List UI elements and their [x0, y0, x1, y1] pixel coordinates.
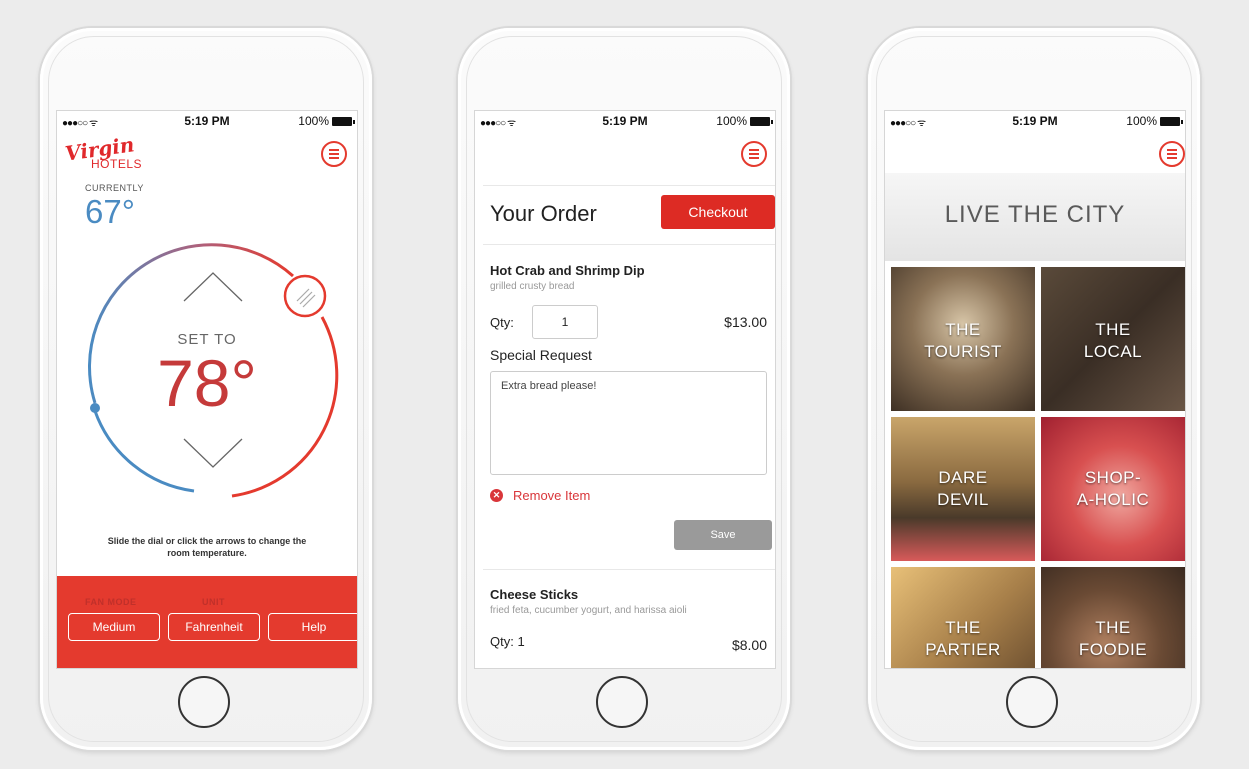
help-button[interactable]: Help: [268, 613, 357, 641]
item-divider: [483, 569, 775, 570]
temp-down-arrow-icon[interactable]: [183, 438, 243, 468]
item-name: Hot Crab and Shrimp Dip: [490, 263, 645, 278]
battery-icon: [750, 117, 773, 126]
tile-label: THE LOCAL: [1083, 320, 1143, 361]
battery-percent: 100%: [1126, 114, 1157, 128]
menu-button[interactable]: [1159, 141, 1185, 167]
tile-label: DARE DEVIL: [937, 468, 989, 509]
phone-city: ●●●○○ ᯤ 5:19 PM 100% LIVE THE CITY THE T…: [868, 28, 1200, 750]
order-screen: ●●●○○ ᯤ 5:19 PM 100% Your Order Checkout…: [474, 110, 776, 669]
city-screen: ●●●○○ ᯤ 5:19 PM 100% LIVE THE CITY THE T…: [884, 110, 1186, 669]
tile-the-tourist[interactable]: THE TOURIST: [891, 267, 1035, 411]
unit-label: UNIT: [202, 597, 225, 607]
tile-shop-a-holic[interactable]: SHOP- A-HOLIC: [1041, 417, 1185, 561]
phone-order: ●●●○○ ᯤ 5:19 PM 100% Your Order Checkout…: [458, 28, 790, 750]
set-temperature: 78°: [157, 346, 257, 420]
city-title: LIVE THE CITY: [944, 201, 1126, 228]
home-button[interactable]: [178, 676, 230, 728]
temp-up-arrow-icon[interactable]: [183, 272, 243, 302]
item-name: Cheese Sticks: [490, 587, 579, 602]
home-button[interactable]: [1006, 676, 1058, 728]
tile-the-local[interactable]: THE LOCAL: [1041, 267, 1185, 411]
battery-icon: [1160, 117, 1183, 126]
item-price: $13.00: [724, 314, 767, 330]
tile-the-partier[interactable]: THE PARTIER: [891, 567, 1035, 668]
remove-item-label: Remove Item: [513, 488, 591, 503]
remove-icon: ✕: [490, 489, 503, 502]
tile-label: THE TOURIST: [924, 320, 1002, 361]
dial-hint-text: Slide the dial or click the arrows to ch…: [107, 536, 307, 558]
special-request-label: Special Request: [490, 347, 592, 363]
status-bar: ●●●○○ ᯤ 5:19 PM 100%: [475, 111, 775, 131]
tile-dare-devil[interactable]: DARE DEVIL: [891, 417, 1035, 561]
fan-mode-label: FAN MODE: [85, 597, 137, 607]
checkout-button[interactable]: Checkout: [661, 195, 775, 229]
special-request-input[interactable]: Extra bread please!: [490, 371, 767, 475]
tile-label: SHOP- A-HOLIC: [1076, 468, 1150, 509]
qty-label: Qty:: [490, 315, 514, 330]
status-bar: ●●●○○ ᯤ 5:19 PM 100%: [885, 111, 1185, 131]
phone-thermostat: ●●●○○ ᯤ 5:19 PM 100% Virgin HOTELS CURRE…: [40, 28, 372, 750]
item-price: $8.00: [731, 637, 767, 653]
battery-percent: 100%: [716, 114, 747, 128]
temperature-dial[interactable]: [57, 111, 357, 531]
save-button[interactable]: Save: [674, 520, 772, 550]
menu-button[interactable]: [741, 141, 767, 167]
fan-mode-button[interactable]: Medium: [68, 613, 160, 641]
dial-arc-cool: [93, 410, 195, 493]
unit-button[interactable]: Fahrenheit: [168, 613, 260, 641]
home-button[interactable]: [596, 676, 648, 728]
thermostat-screen: ●●●○○ ᯤ 5:19 PM 100% Virgin HOTELS CURRE…: [56, 110, 358, 669]
tile-label: THE FOODIE: [1078, 618, 1148, 659]
tile-label: THE PARTIER: [925, 618, 1001, 659]
qty-text: Qty: 1: [490, 634, 525, 649]
qty-input[interactable]: 1: [532, 305, 598, 339]
tile-the-foodie[interactable]: THE FOODIE: [1041, 567, 1185, 668]
order-title: Your Order: [490, 201, 597, 226]
item-description: grilled crusty bread: [490, 281, 575, 292]
item-description: fried feta, cucumber yogurt, and harissa…: [490, 605, 687, 616]
dial-drag-handle[interactable]: [283, 274, 327, 318]
